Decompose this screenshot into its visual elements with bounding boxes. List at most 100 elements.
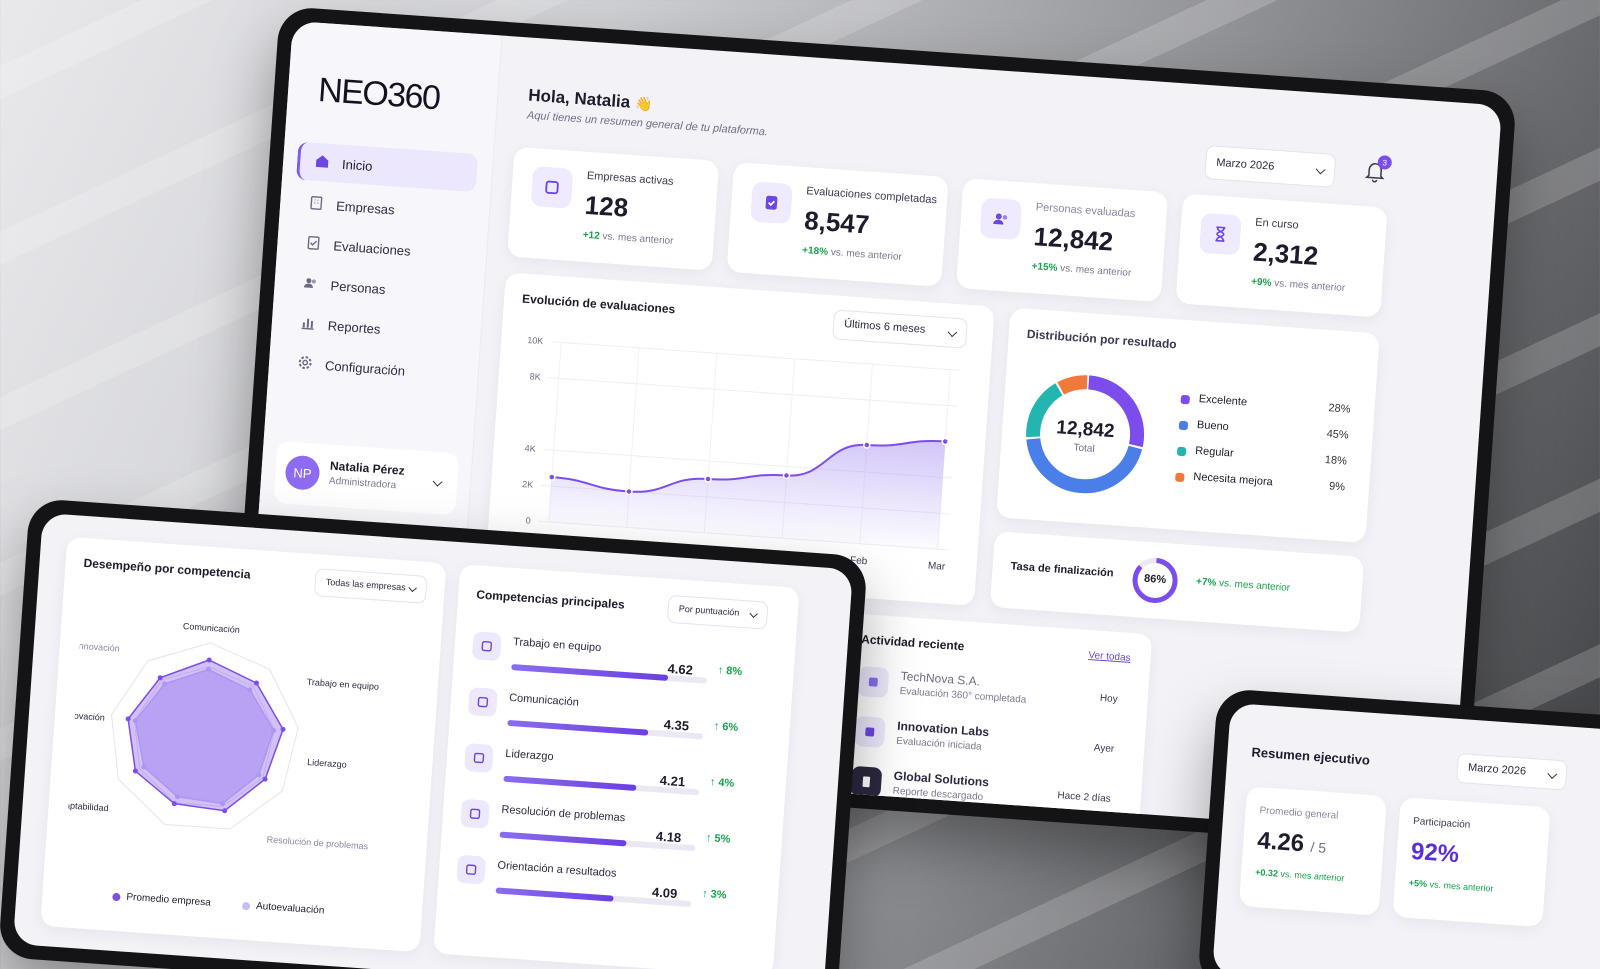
stat-card-evaluaciones[interactable]: Evaluaciones completadas 8,547 +18% vs. … xyxy=(726,162,949,287)
data-point xyxy=(782,471,791,480)
people-icon xyxy=(979,197,1023,241)
right-tablet: Resumen ejecutivo Marzo 2026 Promedio ge… xyxy=(1197,688,1600,969)
stat-delta: +15% vs. mes anterior xyxy=(1031,261,1132,280)
competencia-bar-fill xyxy=(499,831,627,847)
participation-delta: +5% vs. mes anterior xyxy=(1408,877,1494,894)
x-tick-label: Mar xyxy=(928,561,947,573)
radar-axis-label: Comunicación xyxy=(183,621,241,635)
stat-delta: +18% vs. mes anterior xyxy=(801,245,903,263)
legend-label: Promedio empresa xyxy=(126,891,212,909)
sidebar-item-label: Configuración xyxy=(324,357,406,379)
competencia-delta: ↑ 8% xyxy=(717,664,743,679)
competencia-bar-fill xyxy=(503,775,637,792)
chevron-down-icon xyxy=(749,609,758,618)
legend-dot xyxy=(112,892,121,902)
sidebar-item-label: Inicio xyxy=(341,156,373,174)
home-icon xyxy=(314,152,331,172)
radar-axis-label: Trabajo en equipo xyxy=(307,677,380,692)
executive-period-select[interactable]: Marzo 2026 xyxy=(1455,752,1568,791)
average-card: Promedio general 4.26 / 5 +0.32 vs. mes … xyxy=(1238,786,1387,916)
company-filter-value: Todas las empresas xyxy=(325,576,407,593)
series-area xyxy=(548,440,946,550)
notification-badge: 3 xyxy=(1377,154,1393,170)
data-point xyxy=(625,487,633,496)
hourglass-icon xyxy=(1199,212,1242,256)
radar-legend: Promedio empresa Autoevaluación xyxy=(112,891,403,929)
competencia-name: Trabajo en equipo xyxy=(512,636,602,655)
legend-dot xyxy=(1175,472,1185,483)
left-screen: Desempeño por competencia Todas las empr… xyxy=(12,512,854,969)
competencia-delta: ↑ 3% xyxy=(701,887,727,902)
competencia-name: Liderazgo xyxy=(504,747,554,764)
radar-series xyxy=(127,659,284,812)
stat-value: 2,312 xyxy=(1252,236,1320,271)
stat-label: Personas evaluadas xyxy=(1035,201,1136,221)
competencias-title: Competencias principales xyxy=(475,587,626,612)
stat-delta: +12 vs. mes anterior xyxy=(582,229,674,248)
chevron-down-icon[interactable] xyxy=(432,476,443,487)
company-filter[interactable]: Todas las empresas xyxy=(313,568,428,604)
evolution-title: Evolución de evaluaciones xyxy=(521,291,676,317)
avatar: NP xyxy=(284,454,321,491)
user-card[interactable]: NP Natalia Pérez Administradora xyxy=(273,440,460,516)
competencia-bar-fill xyxy=(511,663,669,681)
competencia-delta: ↑ 5% xyxy=(705,831,731,846)
building-icon xyxy=(853,715,886,748)
legend-dot xyxy=(1176,446,1187,457)
stat-value: 12,842 xyxy=(1032,221,1115,257)
competencia-item[interactable]: Comunicación 4.35 ↑ 6% xyxy=(467,687,760,755)
competency-icon xyxy=(460,798,490,829)
stat-value: 8,547 xyxy=(803,205,871,240)
competencia-item[interactable]: Resolución de problemas 4.18 ↑ 5% xyxy=(459,798,752,867)
performance-card: Desempeño por competencia Todas las empr… xyxy=(40,536,447,953)
period-select[interactable]: Marzo 2026 xyxy=(1204,144,1337,188)
data-point xyxy=(863,441,871,449)
y-tick-label: 0 xyxy=(525,515,531,525)
competencia-delta: ↑ 6% xyxy=(713,720,739,734)
competencia-name: Comunicación xyxy=(508,691,580,709)
range-select[interactable]: Últimos 6 meses xyxy=(832,309,968,349)
competencia-name: Orientación a resultados xyxy=(497,859,617,880)
data-point xyxy=(704,475,712,483)
building-icon xyxy=(530,166,574,209)
gridline xyxy=(551,341,961,371)
competency-icon xyxy=(467,687,498,718)
sidebar-item-label: Empresas xyxy=(335,197,396,217)
stat-card-en-curso[interactable]: En curso 2,312 +9% vs. mes anterior xyxy=(1175,193,1388,318)
view-all-link[interactable]: Ver todas xyxy=(1088,650,1131,664)
stat-card-empresas[interactable]: Empresas activas 128 +12 vs. mes anterio… xyxy=(507,146,720,271)
completion-card: Tasa de finalización 86% +7% vs. mes ant… xyxy=(989,531,1365,633)
building-icon xyxy=(308,194,325,214)
chevron-down-icon xyxy=(947,327,958,338)
radar-chart: Comunicación Trabajo en equipo Liderazgo Re… xyxy=(65,621,380,851)
radar-axis-label: Innovación xyxy=(65,710,106,723)
competencia-item[interactable]: Trabajo en equipo 4.62 ↑ 8% xyxy=(470,631,763,699)
gridline xyxy=(548,377,958,407)
radar-axis-label: Resolución de problemas xyxy=(266,834,369,851)
range-value: Últimos 6 meses xyxy=(843,318,926,336)
bell-icon[interactable]: 3 xyxy=(1364,154,1393,188)
competencia-delta: ↑ 4% xyxy=(709,776,735,790)
competencia-item[interactable]: Orientación a resultados 4.09 ↑ 3% xyxy=(455,854,748,923)
executive-period-value: Marzo 2026 xyxy=(1467,761,1527,778)
y-tick-label: 10K xyxy=(527,335,544,346)
participation-card: Participación 92% +5% vs. mes anterior xyxy=(1392,797,1551,928)
legend-item: Necesita mejora 9% xyxy=(1175,470,1345,500)
stat-label: En curso xyxy=(1254,216,1300,232)
user-name: Natalia Pérez xyxy=(329,458,406,478)
completion-title: Tasa de finalización xyxy=(1010,560,1114,580)
stat-card-personas[interactable]: Personas evaluadas 12,842 +15% vs. mes a… xyxy=(955,178,1169,303)
sort-select[interactable]: Por puntuación xyxy=(666,594,769,630)
performance-title: Desempeño por competencia xyxy=(83,555,252,582)
chevron-down-icon xyxy=(408,583,417,593)
participation-value: 92% xyxy=(1410,837,1460,869)
activity-title: Actividad reciente xyxy=(860,632,965,654)
stat-value: 128 xyxy=(583,189,630,223)
right-screen: Resumen ejecutivo Marzo 2026 Promedio ge… xyxy=(1212,702,1600,969)
competency-icon xyxy=(464,743,494,773)
left-tablet: Desempeño por competencia Todas las empr… xyxy=(0,498,868,969)
competencia-bar-fill xyxy=(495,887,614,902)
legend-item: Excelente 28% xyxy=(1180,392,1351,422)
radar-axis-label: Innovación xyxy=(76,641,120,654)
competencia-item[interactable]: Liderazgo 4.21 ↑ 4% xyxy=(463,743,756,811)
